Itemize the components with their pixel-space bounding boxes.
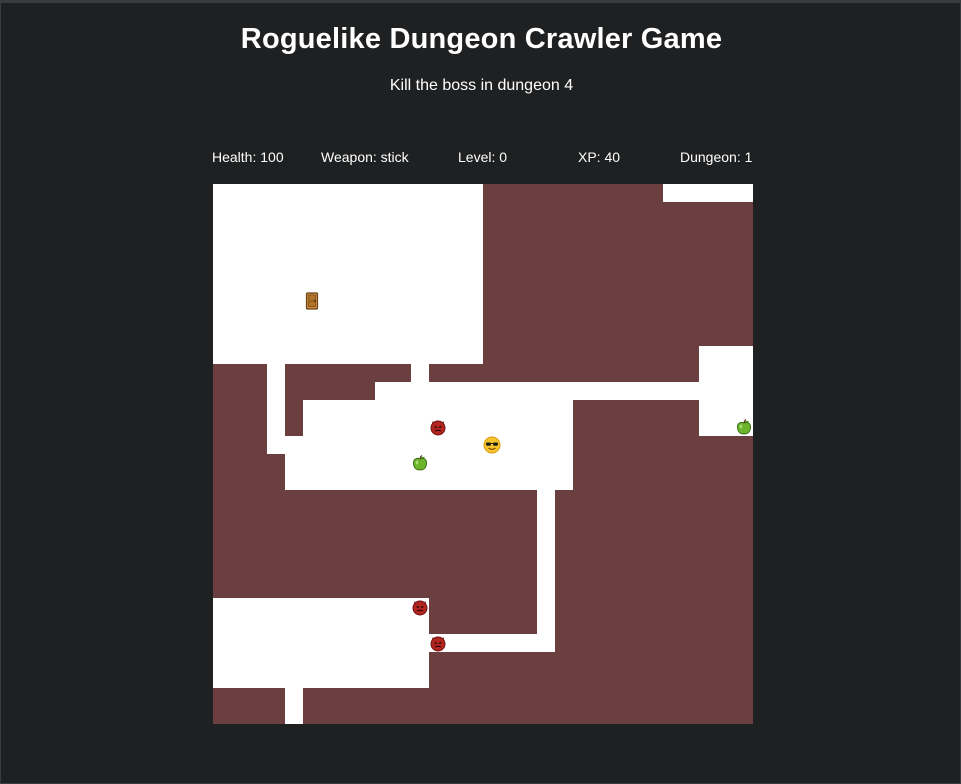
sunglasses-face-icon [483,436,501,454]
floor-corridor [429,634,555,652]
dungeon-stat: Dungeon: 1 [680,149,753,165]
floor-room [303,400,573,490]
devil-face-icon [429,634,447,652]
green-apple-icon [411,454,429,472]
health-stat: Health: 100 [212,149,284,165]
devil-face-icon [429,418,447,436]
green-apple-icon [735,418,753,436]
game-window: Roguelike Dungeon Crawler Game Kill the … [0,0,961,784]
floor-corridor [285,688,303,724]
floor-room [213,598,429,688]
floor-room [663,184,753,202]
door-icon [303,292,321,310]
floor-room [213,184,483,364]
page-title: Roguelike Dungeon Crawler Game [240,23,723,55]
game-objective: Kill the boss in dungeon 4 [389,77,574,94]
floor-corridor [537,490,555,652]
floor-corridor [375,382,753,400]
xp-stat: XP: 40 [578,149,621,165]
weapon-stat: Weapon: stick [321,149,409,165]
floor-corridor [285,436,303,490]
level-stat: Level: 0 [458,149,508,165]
dungeon-map[interactable] [213,184,753,724]
devil-face-icon [411,598,429,616]
